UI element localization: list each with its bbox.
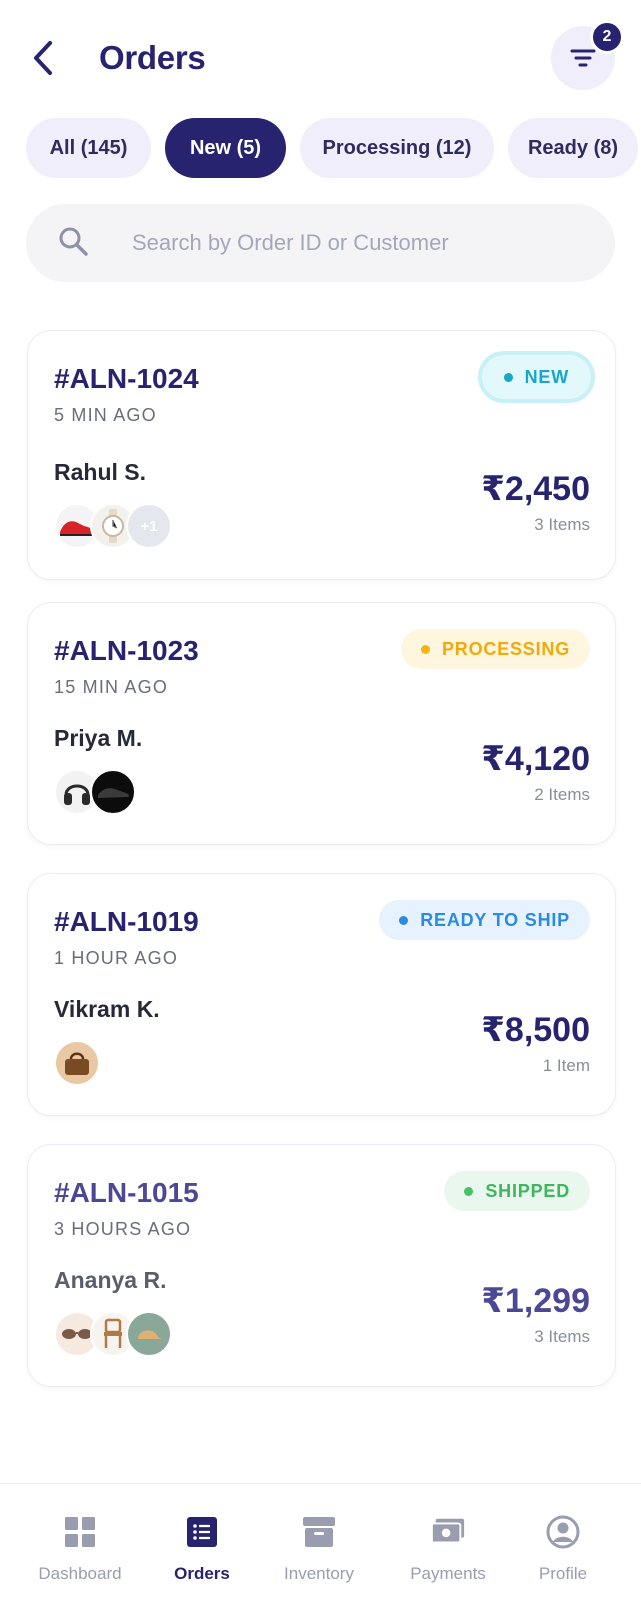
order-id: #ALN-1024 (54, 363, 199, 394)
status-dot-icon (420, 644, 430, 654)
order-card[interactable]: #ALN-1023 15 MIN AGO PROCESSING Priya M.… (27, 602, 616, 845)
status-label: NEW (524, 366, 569, 387)
nav-item-inventory[interactable]: Inventory (259, 1484, 379, 1600)
item-count: 1 Item (542, 1056, 590, 1075)
order-id: #ALN-1023 (54, 635, 199, 666)
customer-name: Rahul S. (54, 459, 147, 485)
order-time: 15 MIN AGO (54, 677, 169, 697)
order-amount: ₹8,500 (481, 1011, 590, 1049)
cap-thumbnail (126, 1311, 172, 1357)
cash-icon (430, 1514, 466, 1550)
bag-icon (65, 1052, 89, 1075)
nav-label: Profile (538, 1564, 588, 1583)
customer-name: Vikram K. (54, 996, 160, 1022)
customer-name: Priya M. (54, 725, 143, 751)
watch-icon (102, 509, 124, 543)
leather-bag-thumbnail (54, 1040, 100, 1086)
item-count: 3 Items (534, 515, 590, 534)
order-amount: ₹2,450 (481, 470, 590, 508)
status-badge: SHIPPED (444, 1171, 590, 1211)
status-badge: NEW (477, 351, 595, 403)
status-label: READY TO SHIP (420, 909, 570, 930)
order-id: #ALN-1015 (54, 1177, 199, 1208)
black-shoe-thumbnail (90, 769, 136, 815)
tab-ready[interactable]: Ready (8) (508, 118, 638, 178)
order-amount: ₹4,120 (481, 740, 590, 778)
header: Orders 2 (0, 0, 641, 110)
nav-item-payments[interactable]: Payments (388, 1484, 508, 1600)
order-id: #ALN-1019 (54, 906, 199, 937)
page-title: Orders (99, 39, 206, 76)
shoe-icon (98, 788, 129, 798)
back-button[interactable] (26, 38, 60, 78)
list-icon (184, 1514, 220, 1550)
order-time: 3 HOURS AGO (54, 1219, 192, 1239)
order-time: 1 HOUR AGO (54, 948, 179, 968)
tab-all[interactable]: All (145) (26, 118, 151, 178)
filter-icon (570, 49, 596, 67)
bottom-navigation: Dashboard Orders Inventory Payments Prof… (0, 1483, 641, 1600)
sunglasses-icon (62, 1329, 92, 1339)
order-amount: ₹1,299 (481, 1282, 590, 1320)
nav-item-orders[interactable]: Orders (142, 1484, 262, 1600)
status-dot-icon (399, 915, 409, 925)
item-count: 3 Items (534, 1327, 590, 1346)
archive-icon (301, 1514, 337, 1550)
filter-count-badge: 2 (590, 20, 624, 54)
order-card[interactable]: #ALN-1019 1 HOUR AGO READY TO SHIP Vikra… (27, 873, 616, 1116)
nav-item-profile[interactable]: Profile (503, 1484, 623, 1600)
chair-icon (104, 1318, 122, 1348)
more-items-badge: +1 (126, 503, 172, 549)
tab-processing[interactable]: Processing (12) (300, 118, 494, 178)
status-dot-icon (464, 1186, 474, 1196)
status-label: PROCESSING (441, 638, 570, 659)
search-input[interactable] (106, 204, 586, 282)
order-card[interactable]: #ALN-1024 5 MIN AGO NEW Rahul S. +1 ₹2,4… (27, 330, 616, 580)
status-badge: PROCESSING (400, 629, 590, 669)
status-dot-icon (503, 372, 513, 382)
tab-new[interactable]: New (5) (165, 118, 286, 178)
order-card[interactable]: #ALN-1015 3 HOURS AGO SHIPPED Ananya R. … (27, 1144, 616, 1387)
cap-icon (138, 1330, 162, 1339)
nav-label: Payments (410, 1564, 486, 1583)
grid-icon (62, 1514, 98, 1550)
chevron-left-icon (34, 41, 52, 75)
user-circle-icon (545, 1514, 581, 1550)
nav-item-dashboard[interactable]: Dashboard (20, 1484, 140, 1600)
search-bar (26, 204, 615, 282)
search-icon (59, 227, 88, 256)
status-badge: READY TO SHIP (379, 900, 590, 940)
nav-label: Orders (174, 1564, 230, 1583)
nav-label: Inventory (284, 1564, 354, 1583)
item-count: 2 Items (534, 785, 590, 804)
nav-label: Dashboard (38, 1564, 122, 1583)
customer-name: Ananya R. (54, 1267, 167, 1293)
headphones-icon (64, 784, 90, 805)
order-time: 5 MIN AGO (54, 405, 157, 425)
status-tabs: All (145) New (5) Processing (12) Ready … (26, 118, 641, 178)
status-label: SHIPPED (485, 1180, 570, 1201)
